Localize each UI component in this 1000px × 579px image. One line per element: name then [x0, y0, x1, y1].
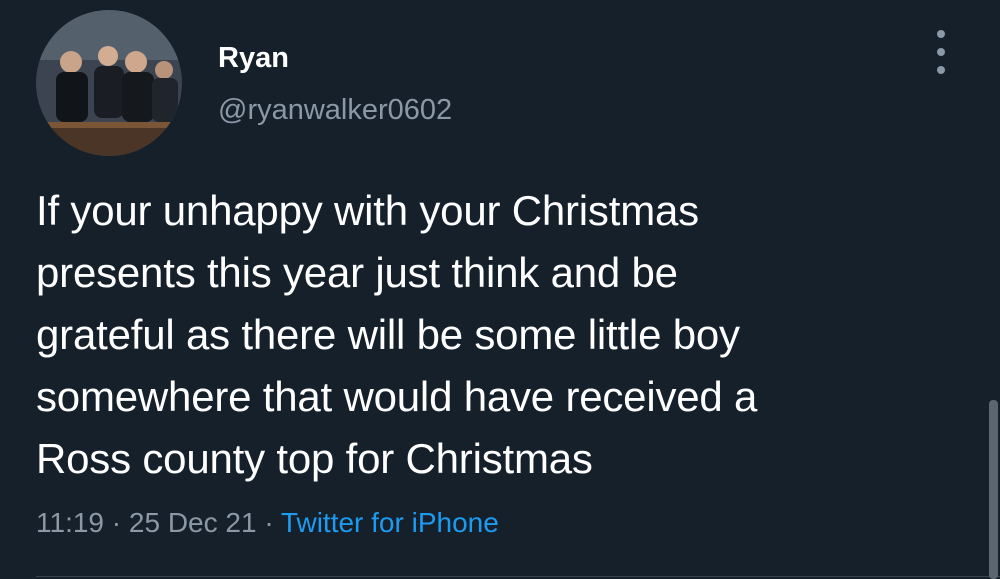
tweet-card: Ryan @ryanwalker0602 If your unhappy wit…: [0, 0, 1000, 579]
tweet-time[interactable]: 11:19: [36, 507, 104, 538]
more-dot: [937, 48, 945, 56]
meta-separator: ·: [264, 507, 274, 538]
tweet-date[interactable]: 25 Dec 21: [129, 507, 257, 538]
tweet-source-link[interactable]: Twitter for iPhone: [281, 507, 499, 538]
more-dot: [937, 66, 945, 74]
meta-separator: ·: [111, 507, 122, 538]
tweet-text: If your unhappy with your Christmas pres…: [36, 187, 758, 482]
author-handle[interactable]: @ryanwalker0602: [218, 92, 452, 128]
divider: [36, 576, 1000, 577]
author-name[interactable]: Ryan: [218, 40, 289, 76]
avatar[interactable]: [36, 10, 182, 156]
scrollbar[interactable]: [989, 400, 998, 579]
avatar-photo: [36, 10, 182, 156]
tweet-metadata: 11:19 · 25 Dec 21 · Twitter for iPhone: [36, 505, 499, 541]
more-dot: [937, 30, 945, 38]
more-options-icon[interactable]: [926, 30, 956, 74]
